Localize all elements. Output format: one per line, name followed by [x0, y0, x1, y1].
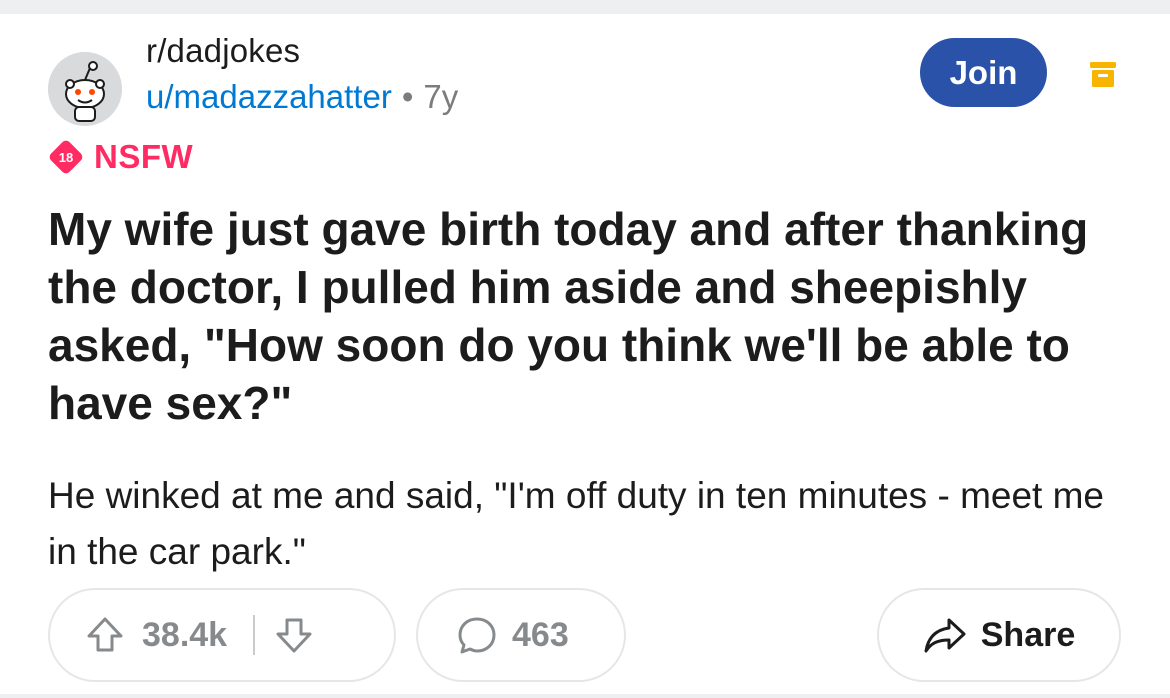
- nsfw-label: NSFW: [94, 138, 194, 175]
- share-button[interactable]: Share: [877, 588, 1121, 682]
- nsfw-tag: 18 NSFW: [48, 138, 193, 176]
- nsfw-18-icon: 18: [49, 140, 83, 174]
- post-card: r/dadjokes u/madazzahatter • 7y Join 18 NS…: [0, 14, 1170, 694]
- save-icon[interactable]: [1088, 59, 1118, 89]
- share-arrow-icon: [924, 618, 966, 653]
- join-button[interactable]: Join: [920, 38, 1047, 107]
- meta-separator: •: [401, 78, 414, 115]
- subreddit-name[interactable]: r/dadjokes: [146, 32, 300, 70]
- post-body: He winked at me and said, "I'm off duty …: [48, 475, 1104, 572]
- vote-count: 38.4k: [142, 615, 228, 654]
- comment-count: 463: [512, 615, 569, 654]
- post-meta: u/madazzahatter • 7y: [146, 78, 458, 116]
- comments-button[interactable]: 463: [416, 588, 626, 682]
- nsfw-badge-number: 18: [59, 150, 73, 165]
- author-link[interactable]: u/madazzahatter: [146, 78, 392, 115]
- upvote-arrow-icon[interactable]: [84, 614, 126, 656]
- downvote-arrow-icon[interactable]: [273, 614, 315, 656]
- vote-bar: 38.4k: [48, 588, 396, 682]
- vote-divider: [253, 615, 256, 655]
- subreddit-avatar-icon[interactable]: [48, 52, 122, 126]
- comment-bubble-icon: [458, 617, 496, 654]
- post-title[interactable]: My wife just gave birth today and after …: [48, 200, 1108, 432]
- share-label: Share: [980, 615, 1076, 654]
- post-age: 7y: [423, 78, 459, 115]
